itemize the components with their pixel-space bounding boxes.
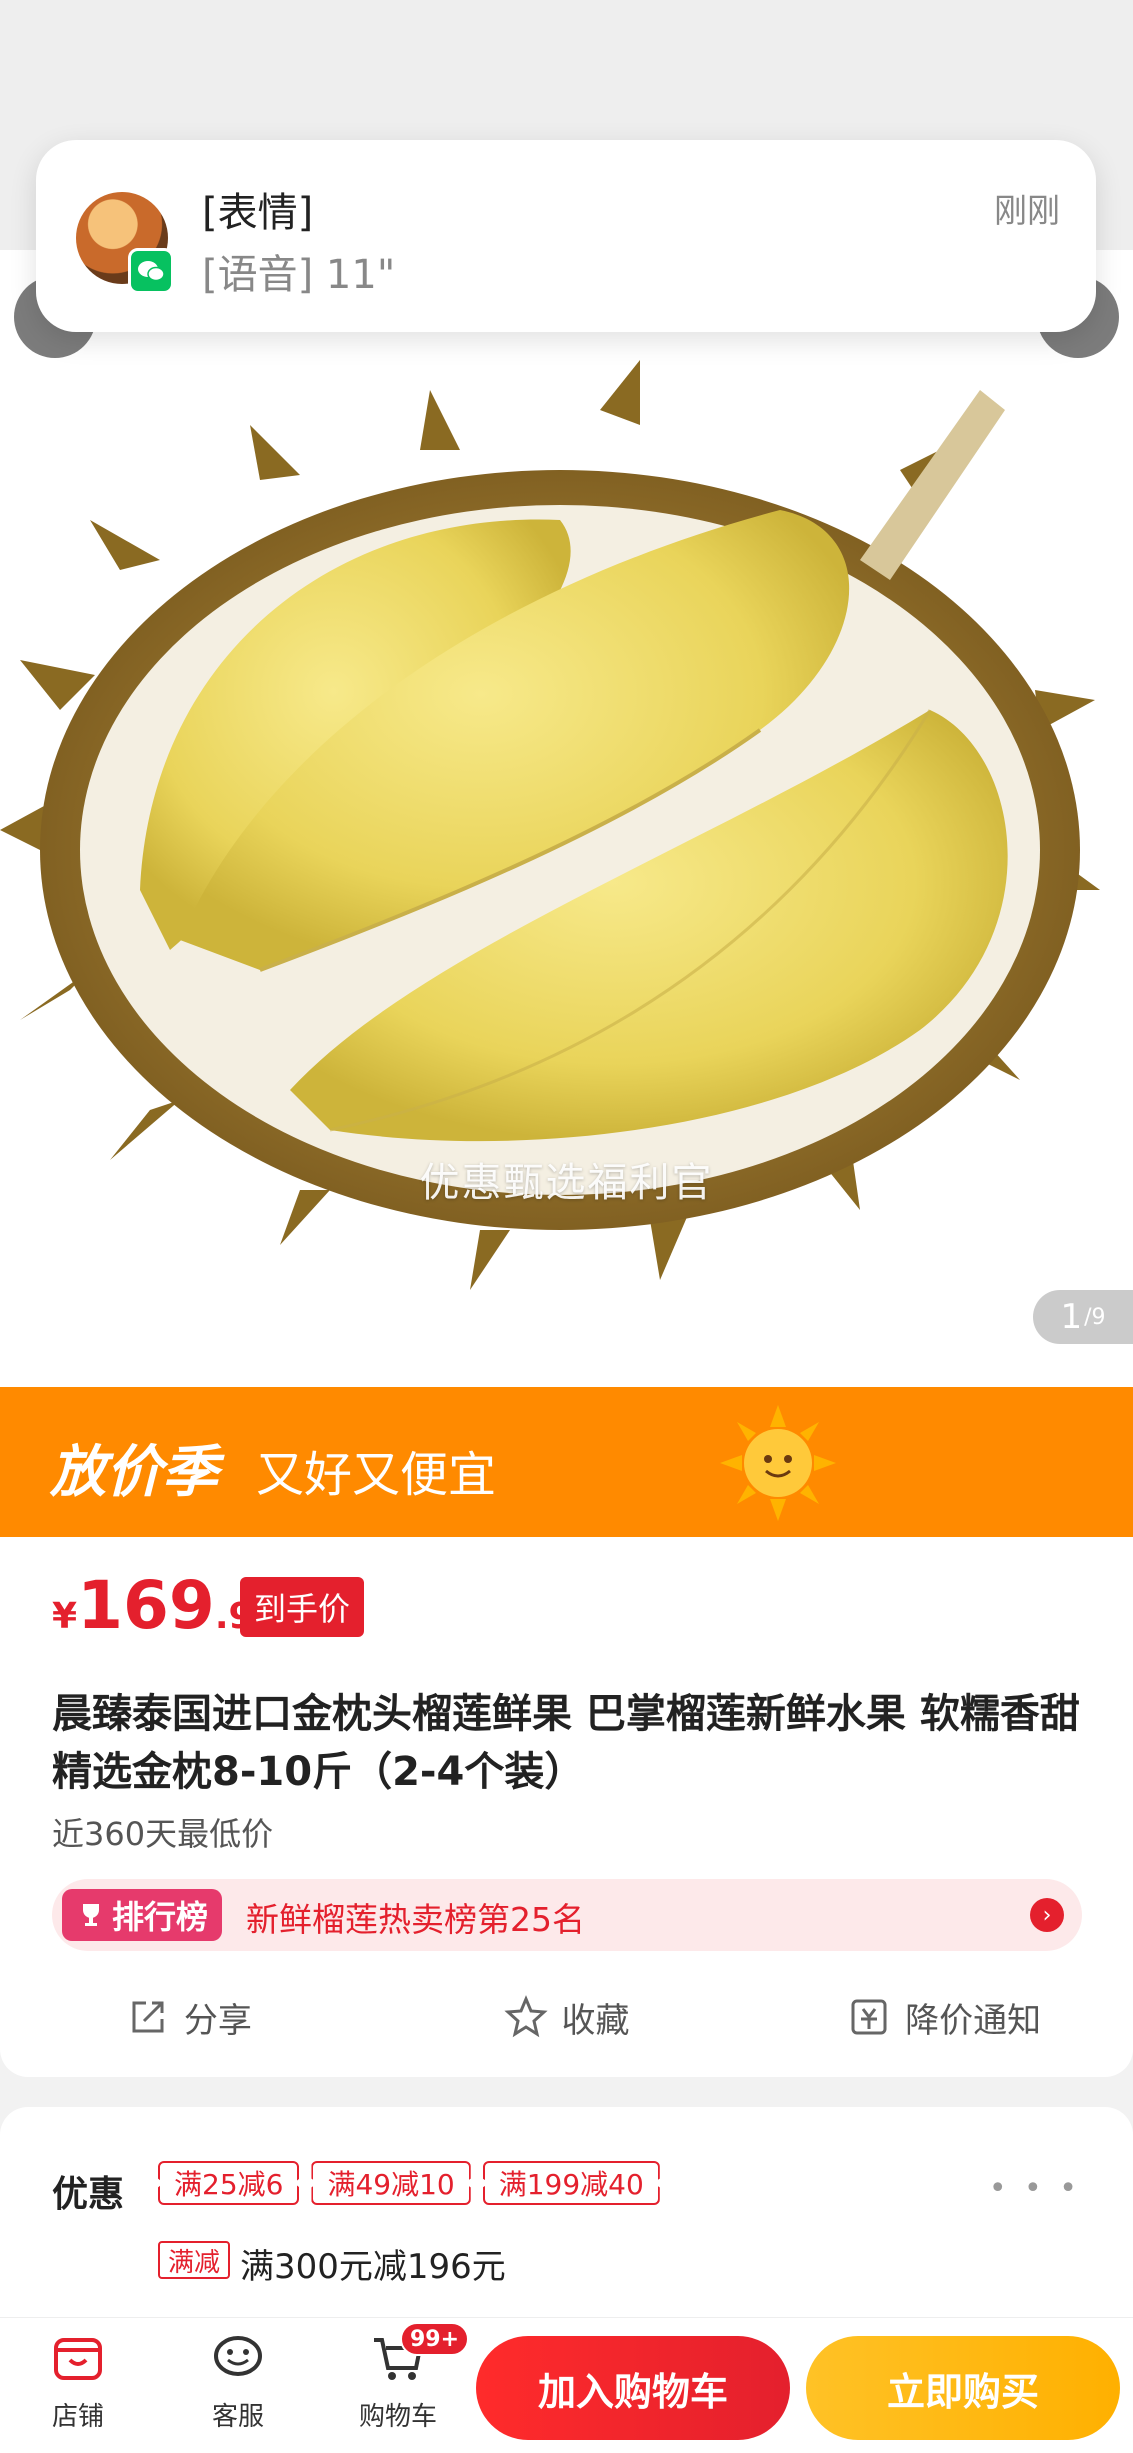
ranking-text: 新鲜榴莲热卖榜第25名	[246, 1900, 585, 1939]
promo-banner[interactable]: 放价季 又好又便宜	[0, 1387, 1133, 1537]
ranking-badge-label: 排行榜	[112, 1898, 209, 1936]
buy-now-button[interactable]: 立即购买	[806, 2336, 1120, 2440]
price-alert-button[interactable]: 降价通知	[755, 1977, 1133, 2057]
ranking-badge: 排行榜	[62, 1889, 223, 1941]
coupon-chip[interactable]: 满49减10	[311, 2161, 471, 2205]
notification-title: [表情]	[202, 190, 314, 236]
add-to-cart-button[interactable]: 加入购物车	[476, 2336, 790, 2440]
product-actions: 分享 收藏 降价通知	[0, 1977, 1133, 2057]
sun-icon	[720, 1405, 836, 1521]
favorite-label: 收藏	[561, 2000, 630, 2041]
star-icon	[503, 1995, 548, 2038]
image-counter-total: /9	[1084, 1304, 1106, 1330]
more-dots-icon[interactable]: • • •	[989, 2171, 1081, 2206]
ranking-banner[interactable]: 排行榜 新鲜榴莲热卖榜第25名 ›	[52, 1879, 1082, 1951]
lowest-price-note: 近360天最低价	[52, 1815, 274, 1853]
image-counter: 1/9	[1033, 1290, 1133, 1344]
favorite-button[interactable]: 收藏	[378, 1977, 756, 2057]
cart-label: 购物车	[358, 2402, 437, 2432]
chat-icon	[214, 2336, 262, 2376]
promo-brand: 放价季	[50, 1440, 218, 1505]
discount-rule-tag: 满减	[158, 2241, 231, 2279]
discount-card[interactable]: 优惠 满25减6 满49减10 满199减40 • • • 满减 满300元减1…	[0, 2107, 1133, 2327]
trophy-icon	[83, 1904, 99, 1926]
bottom-action-bar: 店铺 客服 99+ 购物车 加入购物车 立即购买	[0, 2317, 1133, 2453]
cart-tab[interactable]: 99+ 购物车	[338, 2322, 470, 2433]
notification-message: [语音] 11"	[202, 252, 396, 298]
price-currency: ¥	[52, 1596, 78, 1637]
product-detail-page: 优惠甄选福利官 1/9 ‹ • [表情] [语音] 11" 刚刚 放价季 又好又…	[0, 0, 1133, 2453]
coupon-chip[interactable]: 满199减40	[482, 2161, 660, 2205]
coupon-list: 满25减6 满49减10 满199减40	[158, 2161, 660, 2205]
discount-label: 优惠	[52, 2174, 125, 2215]
chevron-right-icon: ›	[1030, 1898, 1064, 1932]
final-price-tag: 到手价	[240, 1577, 365, 1637]
customer-service-tab[interactable]: 客服	[178, 2328, 298, 2433]
shop-icon	[54, 2338, 102, 2380]
coupon-chip[interactable]: 满25减6	[158, 2161, 300, 2205]
discount-rule-text: 满300元减196元	[240, 2247, 506, 2287]
shop-label: 店铺	[51, 2402, 104, 2432]
shop-tab[interactable]: 店铺	[18, 2328, 138, 2433]
cart-count-badge: 99+	[400, 2322, 470, 2356]
share-label: 分享	[183, 2000, 252, 2041]
share-button[interactable]: 分享	[0, 1977, 378, 2057]
promo-slogan: 又好又便宜	[256, 1447, 497, 1503]
price-alert-icon	[851, 1999, 887, 2035]
price-integer: 169	[77, 1567, 215, 1644]
price-alert-label: 降价通知	[905, 2000, 1042, 2041]
message-notification[interactable]: [表情] [语音] 11" 刚刚	[36, 140, 1096, 332]
wechat-icon	[128, 248, 174, 294]
product-info-card: ¥169.90 到手价 晨臻泰国进口金枕头榴莲鲜果 巴掌榴莲新鲜水果 软糯香甜 …	[0, 1537, 1133, 2077]
notification-time: 刚刚	[994, 191, 1060, 230]
service-label: 客服	[211, 2402, 264, 2432]
product-title: 晨臻泰国进口金枕头榴莲鲜果 巴掌榴莲新鲜水果 软糯香甜 精选金枕8-10斤（2-…	[52, 1691, 1080, 1795]
image-watermark: 优惠甄选福利官	[419, 1160, 714, 1206]
image-counter-current: 1	[1060, 1297, 1083, 1337]
share-icon	[132, 2001, 164, 2033]
